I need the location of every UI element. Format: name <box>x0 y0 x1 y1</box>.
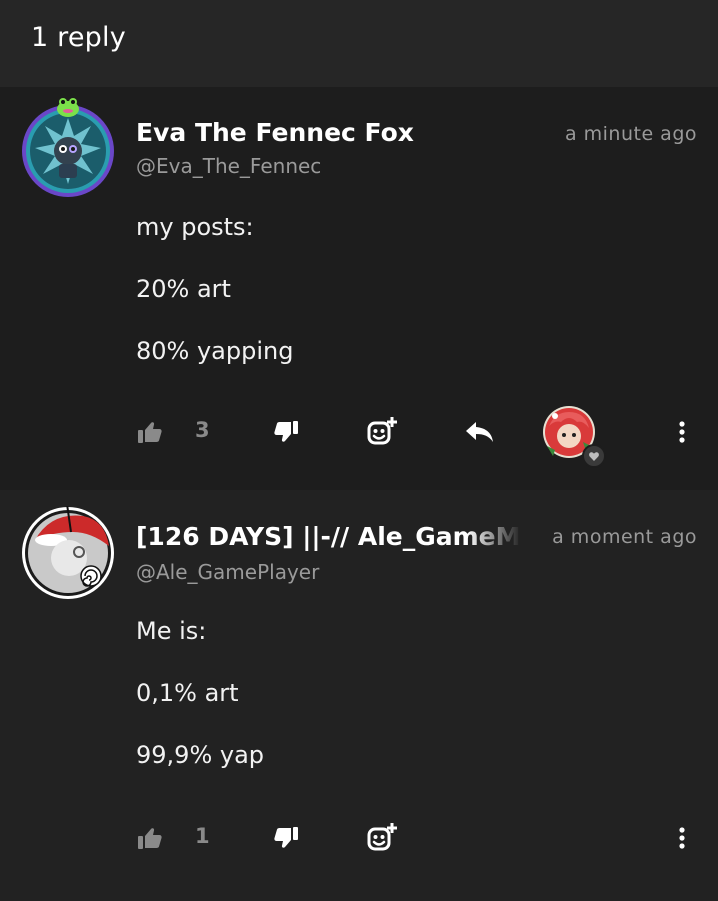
post-timestamp: a minute ago <box>564 123 697 145</box>
reaction-badge <box>582 444 606 468</box>
avatar[interactable] <box>21 98 115 198</box>
add-reaction-button[interactable] <box>365 818 399 858</box>
thumbs-down-icon <box>274 827 298 848</box>
more-vertical-icon <box>679 827 685 849</box>
frog-badge-icon <box>57 98 79 117</box>
more-options-button[interactable] <box>672 818 692 858</box>
reply-button[interactable] <box>465 412 495 452</box>
like-button[interactable] <box>137 412 163 452</box>
comment-text-line: Me is: <box>136 617 207 645</box>
thumbs-down-icon <box>274 421 298 442</box>
comment-thread: 1 reply Eva The Fennec Fox @Eva_The_Fenn… <box>0 0 718 901</box>
add-reaction-icon <box>367 823 397 851</box>
comment-text-line: 20% art <box>136 275 231 303</box>
comment-post: [126 DAYS] ||-// Ale_GameM @Ale_GamePlay… <box>0 490 718 901</box>
post-timestamp: a moment ago <box>552 526 697 548</box>
comment-text-line: 80% yapping <box>136 337 294 365</box>
avatar-image <box>22 105 114 197</box>
add-reaction-button[interactable] <box>365 412 399 452</box>
replies-header: 1 reply <box>0 0 718 87</box>
comment-text-line: 0,1% art <box>136 679 239 707</box>
dislike-button[interactable] <box>273 818 299 858</box>
dislike-button[interactable] <box>273 412 299 452</box>
author-name[interactable]: [126 DAYS] ||-// Ale_GameM <box>136 522 521 551</box>
avatar-image <box>22 503 114 599</box>
comment-actions: 3 <box>0 406 718 468</box>
reply-count-title: 1 reply <box>31 22 126 53</box>
more-options-button[interactable] <box>672 412 692 452</box>
thumbs-up-icon <box>138 422 162 443</box>
comment-text-line: my posts: <box>136 213 254 241</box>
thumbs-up-icon <box>138 828 162 849</box>
avatar[interactable] <box>21 503 115 600</box>
comment-text-line: 99,9% yap <box>136 741 265 769</box>
comment-actions: 1 <box>0 818 718 858</box>
like-count: 1 <box>195 824 210 848</box>
author-handle[interactable]: @Ale_GamePlayer <box>136 560 319 584</box>
add-reaction-icon <box>367 417 397 445</box>
author-name[interactable]: Eva The Fennec Fox <box>136 118 414 147</box>
heart-icon <box>589 451 599 461</box>
comment-post: Eva The Fennec Fox @Eva_The_Fennec a min… <box>0 87 718 490</box>
author-handle[interactable]: @Eva_The_Fennec <box>136 154 321 178</box>
reply-icon <box>466 422 493 442</box>
more-vertical-icon <box>679 421 685 443</box>
like-count: 3 <box>195 418 210 442</box>
like-button[interactable] <box>137 818 163 858</box>
